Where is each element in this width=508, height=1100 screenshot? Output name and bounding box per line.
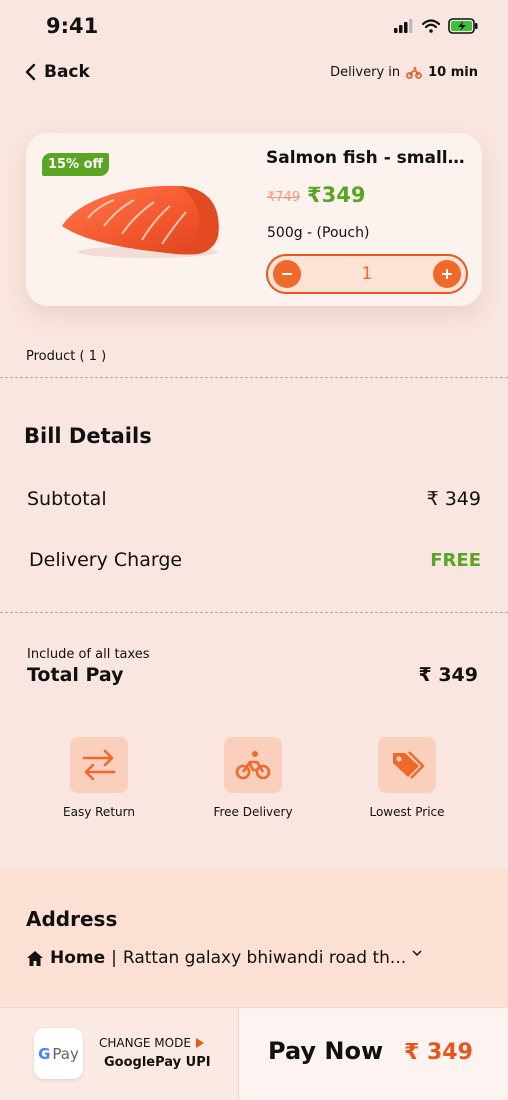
delivery-charge-value: FREE	[430, 550, 481, 571]
address-selector[interactable]: Home | Rattan galaxy bhiwandi road th...	[26, 948, 422, 968]
google-g-icon: G	[38, 1044, 51, 1063]
back-label: Back	[44, 62, 90, 82]
scooter-icon	[235, 751, 271, 780]
subtotal-label: Subtotal	[27, 488, 107, 510]
payment-method: GooglePay UPI	[104, 1055, 211, 1070]
delivery-prefix: Delivery in	[330, 65, 401, 80]
price-tag-icon	[393, 751, 425, 779]
increase-quantity-button[interactable]	[433, 260, 461, 288]
address-separator: |	[111, 948, 117, 968]
back-button[interactable]: Back	[24, 62, 90, 82]
address-section	[0, 869, 508, 1007]
divider	[0, 612, 508, 613]
total-pay-label: Total Pay	[27, 664, 124, 686]
delivery-time: 10 min	[428, 65, 478, 80]
status-icons	[394, 18, 478, 34]
plus-icon	[442, 269, 452, 279]
feature-label: Lowest Price	[369, 805, 445, 819]
sale-price: ₹349	[307, 183, 366, 207]
battery-icon	[448, 18, 478, 34]
address-text: Rattan galaxy bhiwandi road th...	[122, 948, 407, 968]
feature-label: Easy Return	[63, 805, 135, 819]
google-pay-logo: G Pay	[34, 1028, 83, 1079]
product-variant: 500g - (Pouch)	[267, 225, 370, 241]
bill-details-title: Bill Details	[24, 424, 152, 448]
salmon-image	[62, 185, 219, 258]
chevron-down-icon	[412, 950, 422, 957]
divider	[0, 377, 508, 378]
gpay-label: Pay	[52, 1044, 79, 1063]
change-mode-label: CHANGE MODE	[99, 1036, 191, 1050]
total-pay-value: ₹ 349	[418, 664, 479, 686]
chevron-left-icon	[25, 63, 36, 81]
change-mode-button[interactable]: CHANGE MODE	[99, 1036, 204, 1050]
address-title: Address	[26, 907, 118, 931]
address-type: Home	[50, 948, 106, 968]
feature-free-delivery: Free Delivery	[193, 737, 313, 819]
signal-icon	[394, 19, 413, 33]
original-price: ₹749	[267, 190, 301, 205]
product-title: Salmon fish - small...	[266, 148, 466, 168]
feature-label: Free Delivery	[213, 805, 293, 819]
discount-badge: 15% off	[42, 153, 109, 176]
status-time: 9:41	[46, 14, 99, 38]
feature-easy-return: Easy Return	[39, 737, 159, 819]
taxes-note: Include of all taxes	[27, 647, 150, 662]
pay-now-label[interactable]: Pay Now	[268, 1037, 383, 1065]
wifi-icon	[422, 19, 440, 33]
play-arrow-icon	[195, 1038, 204, 1048]
feature-lowest-price: Lowest Price	[347, 737, 467, 819]
pay-now-amount: ₹ 349	[404, 1040, 473, 1065]
swap-arrows-icon	[82, 749, 116, 781]
quantity-stepper: 1	[266, 254, 468, 294]
subtotal-value: ₹ 349	[426, 488, 481, 510]
delivery-charge-label: Delivery Charge	[29, 549, 183, 571]
scooter-icon	[406, 66, 422, 79]
delivery-eta: Delivery in 10 min	[330, 65, 478, 80]
product-count: Product ( 1 )	[26, 349, 107, 364]
home-icon	[27, 950, 43, 966]
